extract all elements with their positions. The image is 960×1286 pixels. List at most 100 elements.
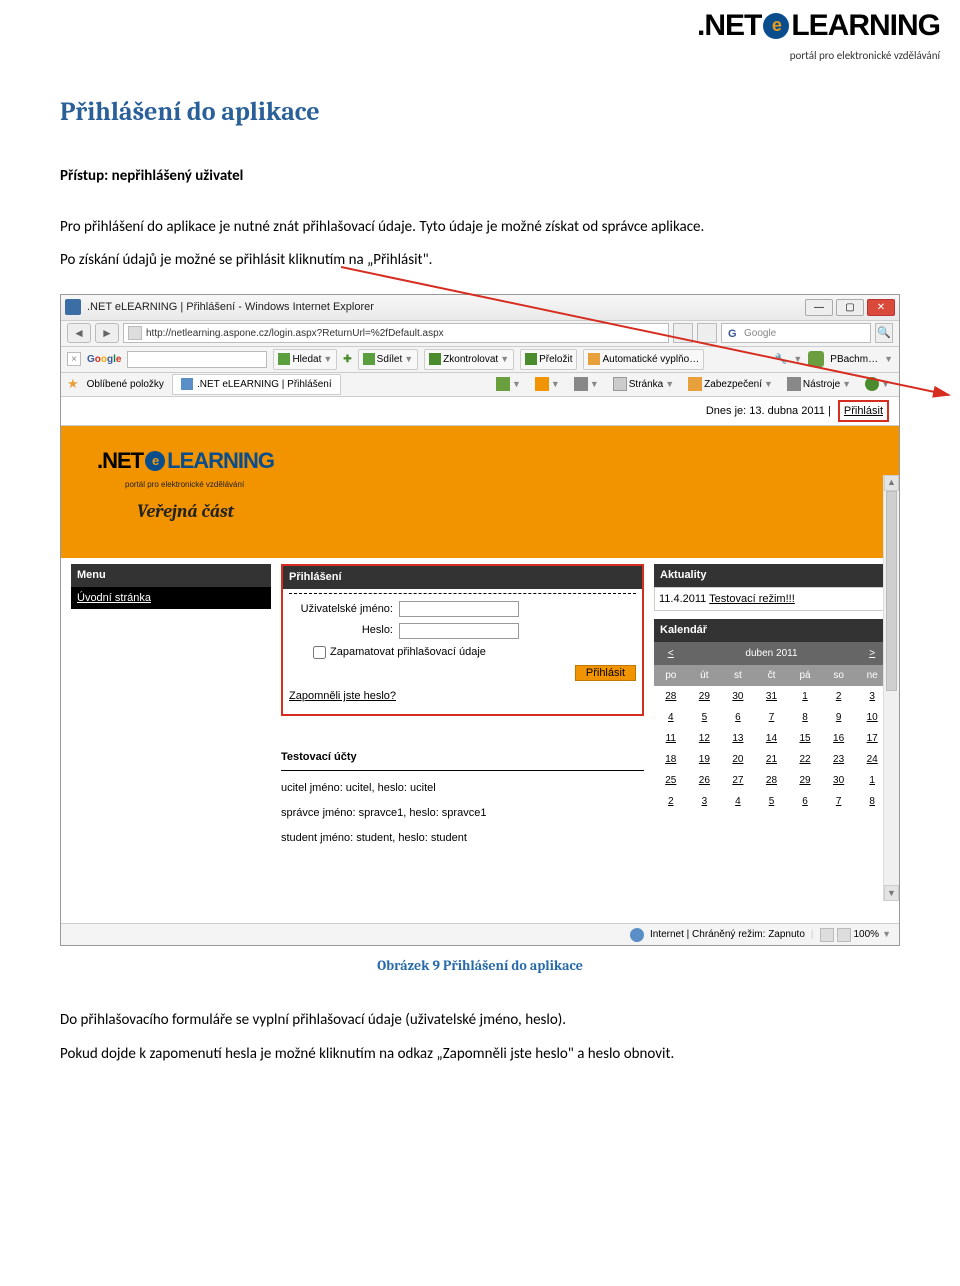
remember-checkbox[interactable]: [313, 646, 326, 659]
news-date: 11.4.2011: [659, 593, 706, 605]
para-4: Pokud dojde k zapomenutí hesla je možné …: [60, 1042, 900, 1068]
refresh-button[interactable]: [673, 323, 693, 343]
svg-text:G: G: [728, 328, 737, 340]
logo-learning: LEARNING: [791, 0, 940, 51]
share-icon: [363, 353, 375, 365]
password-label: Heslo:: [289, 621, 399, 640]
toolbar-close-icon[interactable]: ×: [67, 352, 81, 366]
user-name[interactable]: PBachm…: [830, 351, 878, 368]
cal-row: 11121314151617: [654, 728, 889, 749]
status-bar: Internet | Chráněný režim: Zapnuto | 100…: [61, 923, 899, 945]
login-form: Přihlášení Uživatelské jméno: Heslo: Zap…: [281, 564, 644, 716]
scroll-down-button[interactable]: ▼: [884, 885, 899, 901]
browser-search-input[interactable]: G Google: [721, 323, 871, 343]
maximize-button[interactable]: ▢: [836, 299, 864, 316]
wrench-icon[interactable]: 🔧: [775, 351, 787, 368]
news-link[interactable]: Testovací režim!!!: [709, 593, 795, 605]
doc-header-logo: .NET e LEARNING portál pro elektronické …: [697, 0, 940, 66]
plus-icon[interactable]: ✚: [343, 351, 351, 368]
para-2: Po získání údajů je možné se přihlásit k…: [60, 248, 900, 274]
autofill-icon: [588, 353, 600, 365]
test-account-row: ucitel jméno: ucitel, heslo: ucitel: [281, 779, 644, 798]
tools-menu[interactable]: Nástroje▼: [784, 375, 854, 394]
search-go-button[interactable]: 🔍: [875, 323, 893, 343]
rss-icon: [535, 377, 549, 391]
login-link[interactable]: Přihlásit: [838, 400, 889, 423]
home-icon: [496, 377, 510, 391]
url-field[interactable]: http://netlearning.aspone.cz/login.aspx?…: [123, 323, 669, 343]
figure-caption: Obrázek 9 Přihlášení do aplikace: [60, 954, 900, 978]
login-header: Přihlášení: [283, 566, 642, 589]
print-button[interactable]: ▼: [571, 376, 602, 393]
site-logo: .NETeLEARNING: [97, 442, 863, 479]
safety-menu[interactable]: Zabezpečení▼: [685, 375, 776, 394]
google-icon: G: [726, 326, 740, 340]
section-title: Veřejná část: [137, 497, 863, 528]
help-icon: [865, 377, 879, 391]
forgot-password-link[interactable]: Zapomněli jste heslo?: [289, 690, 396, 702]
print-icon: [574, 377, 588, 391]
username-input[interactable]: [399, 601, 519, 617]
scroll-up-button[interactable]: ▲: [884, 475, 899, 491]
address-bar: ◄ ► http://netlearning.aspone.cz/login.a…: [61, 321, 899, 347]
test-account-row: správce jméno: spravce1, heslo: spravce1: [281, 804, 644, 823]
zoom-out-icon[interactable]: [820, 928, 834, 942]
password-input[interactable]: [399, 623, 519, 639]
zkontrolovat-button[interactable]: Zkontrolovat ▼: [424, 349, 514, 370]
header-banner: .NETeLEARNING portál pro elektronické vz…: [61, 426, 899, 558]
zoom-icon[interactable]: [837, 928, 851, 942]
search-icon: [278, 353, 290, 365]
internet-zone-icon: [630, 928, 644, 942]
news-header: Aktuality: [654, 564, 889, 587]
cal-row: 45678910: [654, 707, 889, 728]
para-1: Pro přihlášení do aplikace je nutné znát…: [60, 215, 900, 241]
test-accounts-header: Testovací účty: [281, 746, 644, 769]
cal-row: 18192021222324: [654, 749, 889, 770]
tab-favicon-icon: [181, 378, 193, 390]
page-icon: [613, 377, 627, 391]
logo-net: .NET: [697, 0, 761, 51]
prelozit-button[interactable]: Přeložit: [520, 349, 577, 370]
menu-item-home[interactable]: Úvodní stránka: [71, 587, 271, 610]
stop-button[interactable]: [697, 323, 717, 343]
favorites-star-icon[interactable]: ★: [67, 373, 79, 395]
search-placeholder: Google: [744, 325, 776, 342]
minimize-button[interactable]: —: [805, 299, 833, 316]
calendar-header: Kalendář: [654, 619, 889, 642]
google-toolbar: × Google Hledat ▼ ✚ Sdílet ▼ Zkontrolova…: [61, 347, 899, 373]
google-search-input[interactable]: [127, 351, 267, 368]
favorites-bar: ★ Oblíbené položky .NET eLEARNING | Přih…: [61, 373, 899, 397]
menu-header: Menu: [71, 564, 271, 587]
translate-icon: [525, 353, 537, 365]
forward-button[interactable]: ►: [95, 323, 119, 343]
access-line: Přístup: nepřihlášený uživatel: [60, 164, 900, 190]
menu-panel: Menu Úvodní stránka: [71, 564, 271, 609]
user-avatar-icon[interactable]: [808, 351, 824, 367]
cal-next[interactable]: >: [869, 648, 875, 659]
window-titlebar: .NET eLEARNING | Přihlášení - Windows In…: [61, 295, 899, 321]
remember-label: Zapamatovat přihlašovací údaje: [330, 643, 486, 662]
scrollbar[interactable]: ▲ ▼: [883, 475, 899, 902]
status-mode: Internet | Chráněný režim: Zapnuto: [650, 926, 805, 943]
home-button[interactable]: ▼: [493, 376, 524, 393]
test-accounts: Testovací účty ucitel jméno: ucitel, hes…: [281, 746, 644, 848]
hledat-button[interactable]: Hledat ▼: [273, 349, 337, 370]
cal-prev[interactable]: <: [668, 648, 674, 659]
tab-title: .NET eLEARNING | Přihlášení: [197, 376, 332, 393]
page-menu[interactable]: Stránka▼: [610, 375, 677, 394]
login-button[interactable]: Přihlásit: [575, 665, 636, 681]
close-button[interactable]: ✕: [867, 299, 895, 316]
window-title: .NET eLEARNING | Přihlášení - Windows In…: [87, 298, 805, 317]
favorites-label[interactable]: Oblíbené položky: [87, 376, 164, 393]
browser-tab[interactable]: .NET eLEARNING | Přihlášení: [172, 374, 341, 395]
feeds-button[interactable]: ▼: [532, 376, 563, 393]
scroll-thumb[interactable]: [886, 491, 897, 691]
cal-row: 28293031123: [654, 686, 889, 707]
page-title: Přihlášení do aplikace: [60, 90, 900, 134]
help-button[interactable]: ▼: [862, 376, 893, 393]
sdilet-button[interactable]: Sdílet ▼: [358, 349, 419, 370]
para-3: Do přihlašovacího formuláře se vyplní př…: [60, 1008, 900, 1034]
back-button[interactable]: ◄: [67, 323, 91, 343]
autofill-button[interactable]: Automatické vyplňo…: [583, 349, 704, 370]
lock-icon: [688, 377, 702, 391]
